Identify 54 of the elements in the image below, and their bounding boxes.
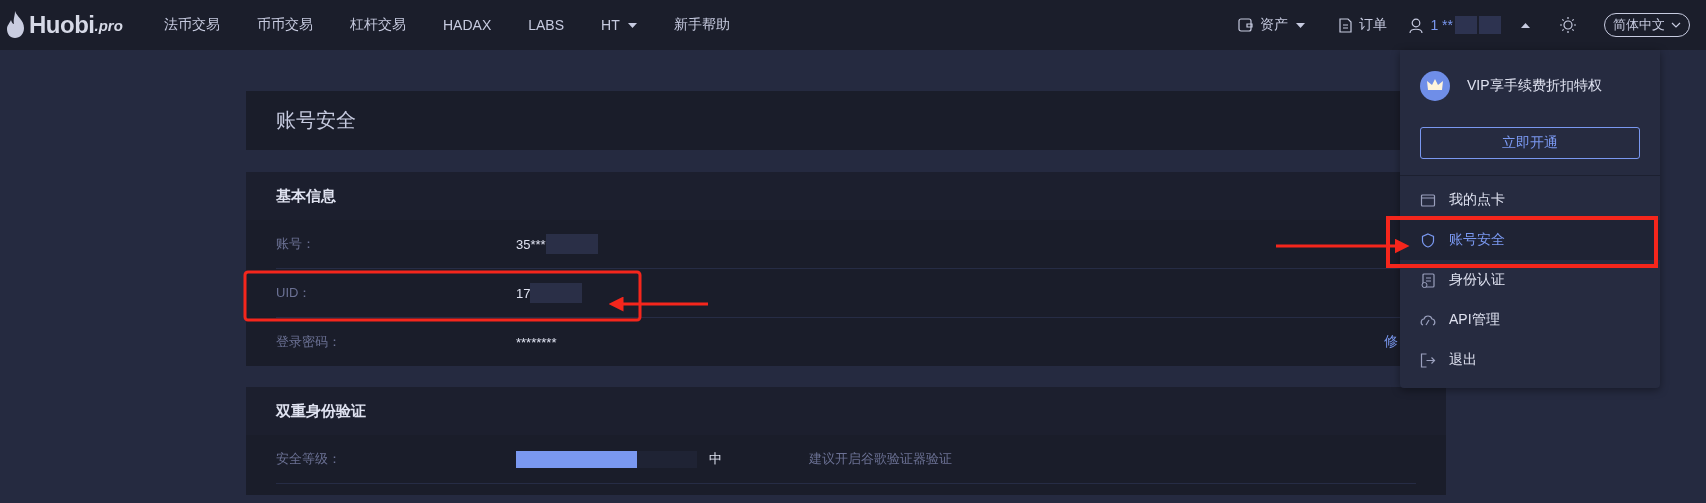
nav-link[interactable]: 法币交易 xyxy=(164,16,220,34)
caret-icon xyxy=(1521,22,1530,28)
assets-menu[interactable]: 资产 xyxy=(1238,16,1306,34)
section-title: 基本信息 xyxy=(276,186,336,206)
link-cloud-icon xyxy=(1420,313,1436,327)
redaction-block xyxy=(571,234,598,254)
redaction-block xyxy=(1479,16,1501,34)
document-icon xyxy=(1339,17,1353,33)
security-reading: 中 xyxy=(709,450,723,468)
caret-icon xyxy=(1296,22,1306,28)
activate-button[interactable]: 立即开通 xyxy=(1420,127,1640,159)
menu-item[interactable]: 身份认证 xyxy=(1400,260,1660,300)
field-value: 17 xyxy=(516,285,531,301)
redaction-block xyxy=(545,234,572,254)
chevron-down-icon xyxy=(1671,22,1681,28)
field-label: UID： xyxy=(276,284,313,302)
field-value: ******** xyxy=(516,334,557,350)
user-icon xyxy=(1409,17,1424,33)
redaction-block xyxy=(556,283,583,303)
menu-item[interactable]: 我的点卡 xyxy=(1400,180,1660,220)
id-document-icon xyxy=(1420,272,1436,288)
brand-suffix: .pro xyxy=(94,16,123,34)
section-title: 双重身份验证 xyxy=(276,401,366,421)
nav-link[interactable]: HADAX xyxy=(443,17,492,33)
field-label: 登录密码： xyxy=(276,333,342,351)
logout-icon xyxy=(1420,352,1436,368)
theme-sun-icon[interactable] xyxy=(1560,17,1576,33)
wallet-icon xyxy=(1238,18,1254,32)
field-label: 安全等级： xyxy=(276,450,342,468)
field-value: 35*** xyxy=(516,236,546,252)
menu-item[interactable]: API管理 xyxy=(1400,300,1660,340)
user-menu[interactable]: 1 ** xyxy=(1409,16,1530,34)
crown-badge-icon xyxy=(1420,71,1450,101)
field-label: 账号： xyxy=(276,235,316,253)
page-title: 账号安全 xyxy=(276,108,356,133)
card-icon xyxy=(1420,193,1436,207)
flame-logo-icon xyxy=(6,11,26,39)
username: 1 ** xyxy=(1430,17,1453,33)
nav-link[interactable]: 新手帮助 xyxy=(673,16,730,34)
nav-link[interactable]: LABS xyxy=(528,17,565,33)
brand-name[interactable]: Huobi xyxy=(29,11,95,39)
menu-item[interactable]: 账号安全 xyxy=(1400,220,1660,260)
shield-icon xyxy=(1420,232,1436,248)
nav-link[interactable]: 杠杆交易 xyxy=(350,16,406,34)
caret-icon xyxy=(627,22,637,28)
nav-link[interactable]: 币币交易 xyxy=(257,16,313,34)
menu-item[interactable]: 退出 xyxy=(1400,340,1660,380)
modify-link[interactable]: 修 xyxy=(1384,333,1398,351)
redaction-block xyxy=(1455,16,1477,34)
orders-link[interactable]: 订单 xyxy=(1339,16,1388,34)
redaction-block xyxy=(530,283,557,303)
hint-text: 建议开启谷歌验证器验证 xyxy=(809,450,952,468)
vip-text: VIP享手续费折扣特权 xyxy=(1467,77,1602,95)
nav-menu[interactable]: HT xyxy=(601,17,637,33)
